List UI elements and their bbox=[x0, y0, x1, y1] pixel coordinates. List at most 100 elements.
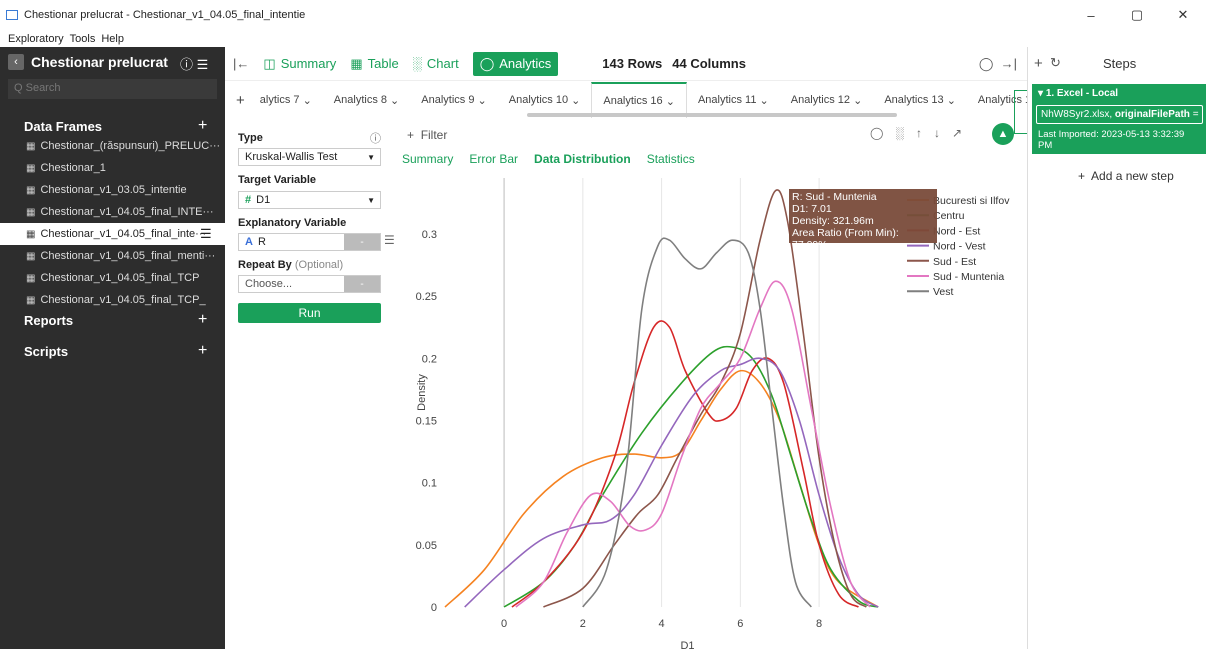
sidebar-item-dataframe[interactable]: ▦ Chestionar_v1_04.05_final_TCP_ bbox=[0, 289, 225, 311]
table-icon: ▦ bbox=[26, 294, 36, 306]
optional-hint: (Optional) bbox=[294, 259, 344, 271]
menu-tools[interactable]: Tools bbox=[70, 33, 96, 45]
y-tick-label: 0.25 bbox=[416, 291, 437, 303]
x-tick-label: 2 bbox=[580, 618, 586, 630]
type-label: Type bbox=[238, 132, 263, 144]
sidebar-item-dataframe[interactable]: ▦ Chestionar_1 bbox=[0, 157, 225, 179]
subtab-error-bar[interactable]: Error Bar bbox=[469, 152, 518, 166]
dataframe-label: Chestionar_v1_03.05_intentie bbox=[40, 184, 187, 196]
subtab-summary[interactable]: Summary bbox=[402, 152, 453, 166]
pin-icon[interactable]: ▲ bbox=[992, 123, 1014, 145]
add-script-icon[interactable]: + bbox=[198, 342, 207, 360]
sidebar-header: ‹ Chestionar prelucrat ⓘ ☰ bbox=[0, 47, 225, 77]
reorder-icon[interactable]: ☰ bbox=[384, 233, 395, 247]
window-title: Chestionar prelucrat - Chestionar_v1_04.… bbox=[24, 9, 306, 21]
data-frames-label: Data Frames bbox=[24, 118, 103, 134]
analytics-button[interactable]: ◯ Analytics bbox=[472, 51, 559, 76]
subtab-statistics[interactable]: Statistics bbox=[647, 152, 695, 166]
add-data-frame-icon[interactable]: + bbox=[198, 117, 207, 135]
dataframe-label: Chestionar_v1_04.05_final_menti··· bbox=[40, 250, 216, 262]
table-icon: ▦ bbox=[26, 184, 36, 196]
repeat-by-select[interactable]: Choose... - bbox=[238, 275, 381, 293]
sidebar-item-dataframe[interactable]: ▦ Chestionar_v1_04.05_final_TCP bbox=[0, 267, 225, 289]
scripts-header: Scripts + bbox=[0, 340, 225, 362]
steps-title: Steps bbox=[1103, 55, 1137, 71]
help-icon[interactable]: ⓘ bbox=[370, 130, 381, 146]
expand-right-icon[interactable]: →| bbox=[1001, 56, 1017, 71]
menu-icon[interactable]: ☰ bbox=[197, 57, 209, 72]
run-button[interactable]: Run bbox=[238, 303, 381, 323]
back-icon[interactable]: ‹ bbox=[8, 54, 24, 70]
sidebar-item-dataframe-active[interactable]: ▦ Chestionar_v1_04.05_final_inte··· ☰ bbox=[0, 223, 225, 245]
expand-icon[interactable]: ↗ bbox=[952, 126, 962, 140]
dropdown-arrow-icon: ▼ bbox=[367, 195, 375, 205]
y-tick-label: 0.3 bbox=[422, 229, 437, 241]
sidebar-search-input[interactable]: Q Search bbox=[8, 79, 217, 99]
tab-label: Analytics 10 bbox=[508, 94, 569, 106]
table-icon: ▦ bbox=[26, 140, 36, 152]
x-tick-label: 8 bbox=[816, 618, 822, 630]
table-icon: ▦ bbox=[26, 228, 36, 240]
tab-label: alytics 7 bbox=[259, 94, 300, 106]
type-select[interactable]: Kruskal-Wallis Test ▼ bbox=[238, 148, 381, 166]
subtab-data-distribution[interactable]: Data Distribution bbox=[534, 152, 631, 166]
target-variable-value: D1 bbox=[256, 194, 271, 206]
steps-header: + ↻ Steps bbox=[1028, 47, 1206, 79]
info-icon[interactable]: ⓘ bbox=[180, 57, 193, 72]
variable-options-button[interactable]: - bbox=[344, 234, 380, 250]
table-label: Table bbox=[367, 56, 399, 71]
menu-exploratory[interactable]: Exploratory bbox=[8, 33, 64, 45]
target-variable-label: Target Variable bbox=[238, 174, 317, 186]
table-button[interactable]: ▦ Table bbox=[350, 56, 398, 72]
chart-type-icon[interactable]: ░ bbox=[895, 126, 904, 140]
row-count: 143 Rows bbox=[602, 56, 663, 71]
tab-analytics[interactable]: alytics 7 ⌄ bbox=[249, 82, 323, 118]
comment-icon[interactable]: ◯ bbox=[979, 56, 994, 71]
legend-label: Centru bbox=[933, 210, 965, 222]
dataframe-label: Chestionar_(răspunsuri)_PRELUC··· bbox=[40, 140, 221, 152]
download-icon[interactable]: ↓ bbox=[934, 126, 940, 140]
add-step-icon[interactable]: + bbox=[1034, 55, 1043, 72]
filter-button[interactable]: + Filter bbox=[407, 128, 447, 142]
repeat-by-placeholder: Choose... bbox=[245, 278, 293, 290]
main-toolbar: |← ◫ Summary ▦ Table ░ Chart ◯ Analytics 143… bbox=[225, 47, 1027, 81]
tab-analytics[interactable]: Analytics 9 ⌄ bbox=[410, 82, 497, 118]
tab-analytics[interactable]: Analytics 8 ⌄ bbox=[323, 82, 410, 118]
sidebar-item-dataframe[interactable]: ▦ Chestionar_v1_03.05_intentie bbox=[0, 179, 225, 201]
collapse-sidebar-icon[interactable]: |← bbox=[233, 56, 249, 71]
x-tick-label: 4 bbox=[659, 618, 665, 630]
comment-icon[interactable]: ◯ bbox=[870, 126, 883, 140]
add-tab-button[interactable]: + bbox=[225, 82, 249, 118]
y-tick-label: 0 bbox=[431, 602, 437, 614]
reports-label: Reports bbox=[24, 312, 74, 328]
tooltip-line: R: Sud - Muntenia bbox=[792, 191, 877, 203]
maximize-button[interactable]: ▢ bbox=[1114, 0, 1160, 30]
chart-button[interactable]: ░ Chart bbox=[413, 56, 459, 71]
sidebar-item-dataframe[interactable]: ▦ Chestionar_v1_04.05_final_menti··· bbox=[0, 245, 225, 267]
tabs-scrollbar[interactable] bbox=[527, 113, 897, 117]
add-new-step-button[interactable]: + Add a new step bbox=[1078, 169, 1174, 183]
close-button[interactable]: ✕ bbox=[1160, 0, 1206, 30]
file-path-rest: = ... bbox=[1192, 109, 1202, 120]
repeat-options-button[interactable]: - bbox=[344, 276, 380, 292]
step-card[interactable]: ▾ 1. Excel - Local NhW8Syr2.xlsx, origin… bbox=[1032, 84, 1206, 154]
text-type-icon: A bbox=[245, 236, 253, 248]
minimize-button[interactable]: – bbox=[1068, 0, 1114, 30]
sidebar-item-dataframe[interactable]: ▦ Chestionar_(răspunsuri)_PRELUC··· bbox=[0, 135, 225, 157]
target-variable-select[interactable]: # D1 ▼ bbox=[238, 191, 381, 209]
reports-header: Reports + bbox=[0, 309, 225, 331]
more-menu-icon[interactable]: ☰ bbox=[200, 226, 212, 242]
summary-button[interactable]: ◫ Summary bbox=[263, 56, 336, 72]
export-icon[interactable]: ↑ bbox=[916, 126, 922, 140]
bar-chart-icon: ░ bbox=[412, 56, 422, 71]
sidebar-item-dataframe[interactable]: ▦ Chestionar_v1_04.05_final_INTE··· bbox=[0, 201, 225, 223]
project-name: Chestionar prelucrat bbox=[31, 54, 168, 70]
scripts-label: Scripts bbox=[24, 343, 69, 359]
refresh-icon[interactable]: ↻ bbox=[1050, 55, 1061, 71]
explanatory-variable-value: R bbox=[257, 236, 266, 248]
window-titlebar: Chestionar prelucrat - Chestionar_v1_04.… bbox=[0, 0, 1206, 30]
menu-help[interactable]: Help bbox=[101, 33, 124, 45]
add-report-icon[interactable]: + bbox=[198, 311, 207, 329]
explanatory-variable-select[interactable]: AR - bbox=[238, 233, 381, 251]
table-icon: ▦ bbox=[26, 206, 36, 218]
